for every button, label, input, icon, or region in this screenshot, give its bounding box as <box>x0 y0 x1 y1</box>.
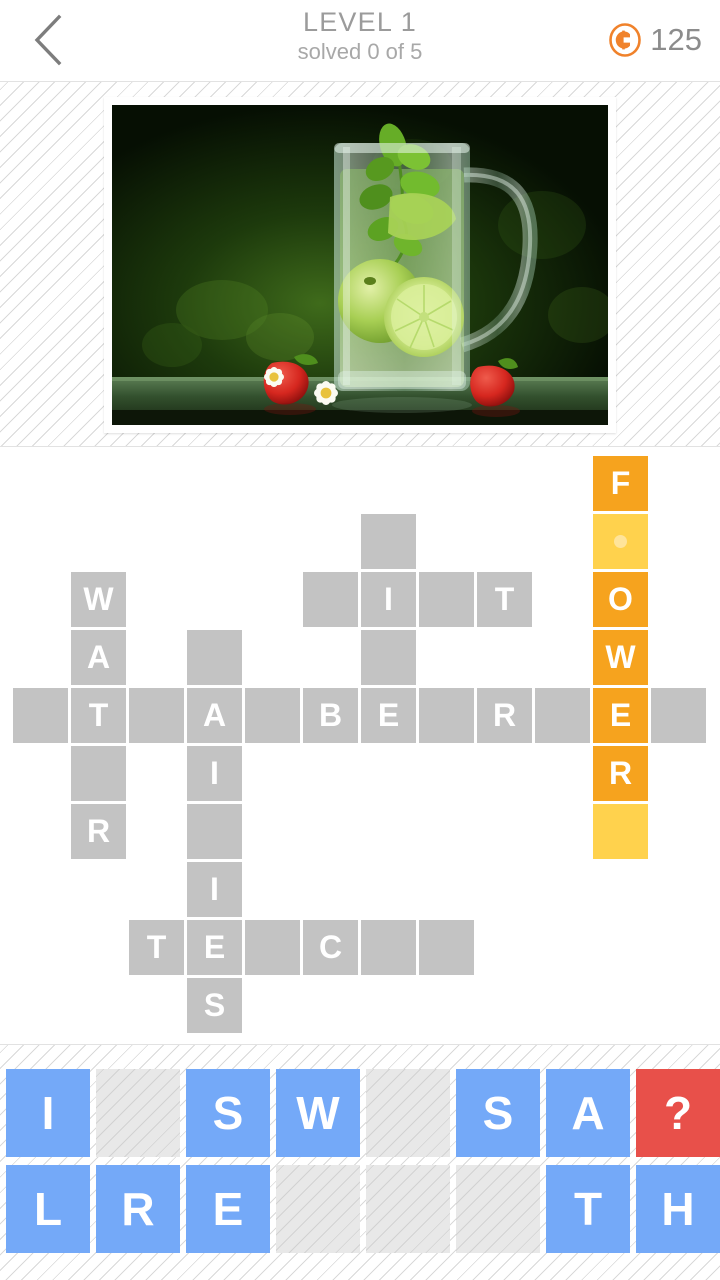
app-header: LEVEL 1 solved 0 of 5 125 <box>0 0 720 81</box>
coin-count-label: 125 <box>650 22 702 57</box>
puzzle-image-panel <box>0 81 720 447</box>
grid-cell-r2-c8[interactable]: T <box>477 572 532 627</box>
grid-cell-r4-c4[interactable] <box>245 688 300 743</box>
letter-tile-R-r1-c1[interactable]: R <box>96 1165 180 1253</box>
cursor-dot-icon <box>614 535 627 548</box>
grid-cell-r4-c6[interactable]: E <box>361 688 416 743</box>
chevron-left-icon <box>34 14 62 66</box>
letter-slot-empty-r1-c3 <box>276 1165 360 1253</box>
grid-cell-r3-c3[interactable] <box>187 630 242 685</box>
game-screen: LEVEL 1 solved 0 of 5 125 W I T A T A B … <box>0 0 720 1280</box>
grid-cell-r2-c1[interactable]: W <box>71 572 126 627</box>
grid-cell-r8-c3[interactable]: E <box>187 920 242 975</box>
grid-cell-r6-c3[interactable] <box>187 804 242 859</box>
grid-cell-r5-c10[interactable]: R <box>593 746 648 801</box>
grid-cell-r4-c1[interactable]: T <box>71 688 126 743</box>
grid-cell-r3-c10[interactable]: W <box>593 630 648 685</box>
letter-slot-empty-r1-c5 <box>456 1165 540 1253</box>
grid-cell-r4-c0[interactable] <box>13 688 68 743</box>
grid-cell-r1-c6[interactable] <box>361 514 416 569</box>
letter-tile-I-r0-c0[interactable]: I <box>6 1069 90 1157</box>
grid-cell-r4-c11[interactable] <box>651 688 706 743</box>
grid-cell-r4-c3[interactable]: A <box>187 688 242 743</box>
letter-tile-S-r0-c2[interactable]: S <box>186 1069 270 1157</box>
grid-cell-r8-c4[interactable] <box>245 920 300 975</box>
grid-cell-r5-c3[interactable]: I <box>187 746 242 801</box>
grid-cell-r4-c9[interactable] <box>535 688 590 743</box>
grid-cell-r8-c2[interactable]: T <box>129 920 184 975</box>
letter-tray: I S W S A? L R E T H <box>0 1044 720 1280</box>
grid-cell-r8-c6[interactable] <box>361 920 416 975</box>
grid-cell-r8-c7[interactable] <box>419 920 474 975</box>
grid-cell-r2-c5[interactable] <box>303 572 358 627</box>
grid-cell-r9-c3[interactable]: S <box>187 978 242 1033</box>
letter-slot-empty-r0-c4 <box>366 1069 450 1157</box>
letter-tile-S-r0-c5[interactable]: S <box>456 1069 540 1157</box>
grid-cell-r3-c1[interactable]: A <box>71 630 126 685</box>
grid-cell-r1-c10[interactable] <box>593 514 648 569</box>
grid-cell-r6-c10[interactable] <box>593 804 648 859</box>
letter-tile-T-r1-c6[interactable]: T <box>546 1165 630 1253</box>
letter-tile-L-r1-c0[interactable]: L <box>6 1165 90 1253</box>
letter-tile-W-r0-c3[interactable]: W <box>276 1069 360 1157</box>
back-button[interactable] <box>18 10 78 70</box>
grid-cell-r2-c10[interactable]: O <box>593 572 648 627</box>
letter-tile-E-r1-c2[interactable]: E <box>186 1165 270 1253</box>
level-title-block: LEVEL 1 solved 0 of 5 <box>180 6 540 66</box>
grid-cell-r4-c8[interactable]: R <box>477 688 532 743</box>
grid-cell-r2-c7[interactable] <box>419 572 474 627</box>
photo-frame[interactable] <box>104 97 616 433</box>
coin-counter[interactable]: 125 <box>608 18 702 62</box>
grid-cell-r4-c2[interactable] <box>129 688 184 743</box>
letter-tile-H-r1-c7[interactable]: H <box>636 1165 720 1253</box>
grid-cell-r0-c10[interactable]: F <box>593 456 648 511</box>
letter-slot-empty-r0-c1 <box>96 1069 180 1157</box>
page-title: LEVEL 1 <box>303 7 417 37</box>
grid-cell-r4-c5[interactable]: B <box>303 688 358 743</box>
grid-cell-r5-c1[interactable] <box>71 746 126 801</box>
letter-tile-A-r0-c6[interactable]: A <box>546 1069 630 1157</box>
letter-slot-empty-r1-c4 <box>366 1165 450 1253</box>
grid-cell-r2-c6[interactable]: I <box>361 572 416 627</box>
grid-cell-r4-c10[interactable]: E <box>593 688 648 743</box>
grid-cell-r7-c3[interactable]: I <box>187 862 242 917</box>
level-progress-text: solved 0 of 5 <box>297 39 423 64</box>
grid-cell-r3-c6[interactable] <box>361 630 416 685</box>
grid-cell-r4-c7[interactable] <box>419 688 474 743</box>
grid-cell-r8-c5[interactable]: C <box>303 920 358 975</box>
grid-cell-r6-c1[interactable]: R <box>71 804 126 859</box>
puzzle-photo <box>112 105 608 425</box>
coin-icon <box>609 23 642 57</box>
crossword-grid[interactable]: WITATABERIRITECSFOWER <box>0 448 720 1044</box>
photo-artwork <box>112 105 608 425</box>
hint-button[interactable]: ? <box>636 1069 720 1157</box>
